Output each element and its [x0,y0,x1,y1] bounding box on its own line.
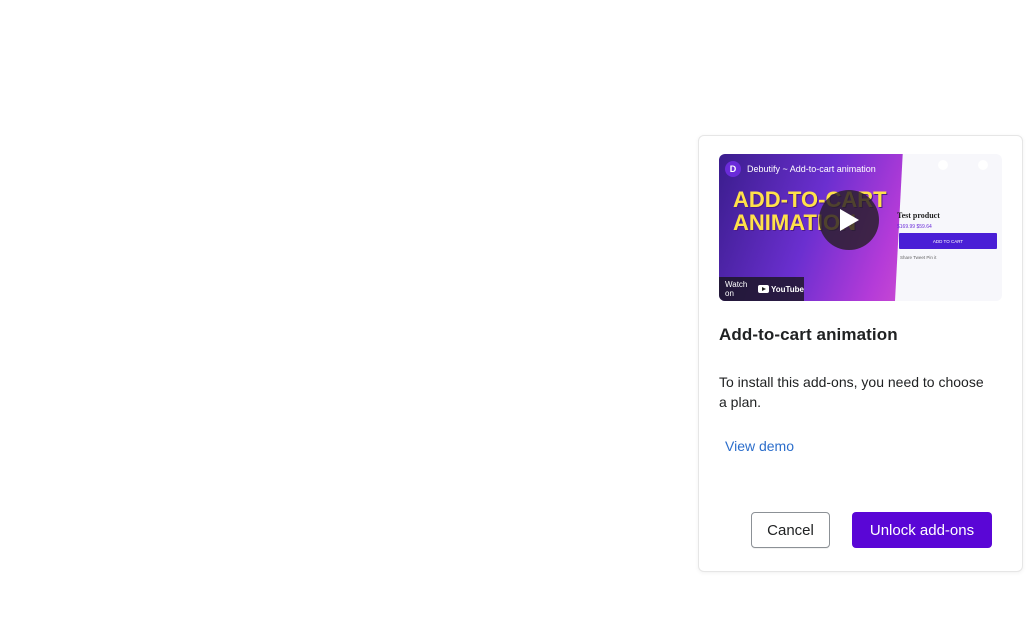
video-thumbnail[interactable]: D Debutify ~ Add-to-cart animation ADD-T… [719,154,1002,301]
video-share-row: Share Tweet Pin it [900,255,937,260]
play-icon [840,209,859,231]
debutify-logo-icon: D [725,161,741,177]
view-demo-link[interactable]: View demo [725,438,794,454]
video-product-price: $169.99 $59.64 [897,224,932,230]
video-top-icons [938,160,988,170]
watch-on-label: Watch on [725,280,748,298]
watch-on-youtube[interactable]: Watch on YouTube [719,277,804,301]
addon-dialog: D Debutify ~ Add-to-cart animation ADD-T… [698,135,1023,572]
video-channel-header: D Debutify ~ Add-to-cart animation [725,161,876,177]
unlock-addons-button[interactable]: Unlock add-ons [852,512,992,548]
play-button[interactable] [819,190,879,250]
dialog-title: Add-to-cart animation [719,325,898,344]
youtube-logo: YouTube [757,284,804,294]
video-add-to-cart: ADD TO CART [899,233,997,249]
share-icon[interactable] [978,160,988,170]
youtube-label: YouTube [770,284,804,294]
video-product-title: Test product [897,211,940,220]
youtube-icon [757,285,769,293]
clock-icon[interactable] [938,160,948,170]
dialog-description: To install this add-ons, you need to cho… [719,374,984,410]
cancel-button[interactable]: Cancel [751,512,830,548]
video-title: Debutify ~ Add-to-cart animation [747,164,876,174]
